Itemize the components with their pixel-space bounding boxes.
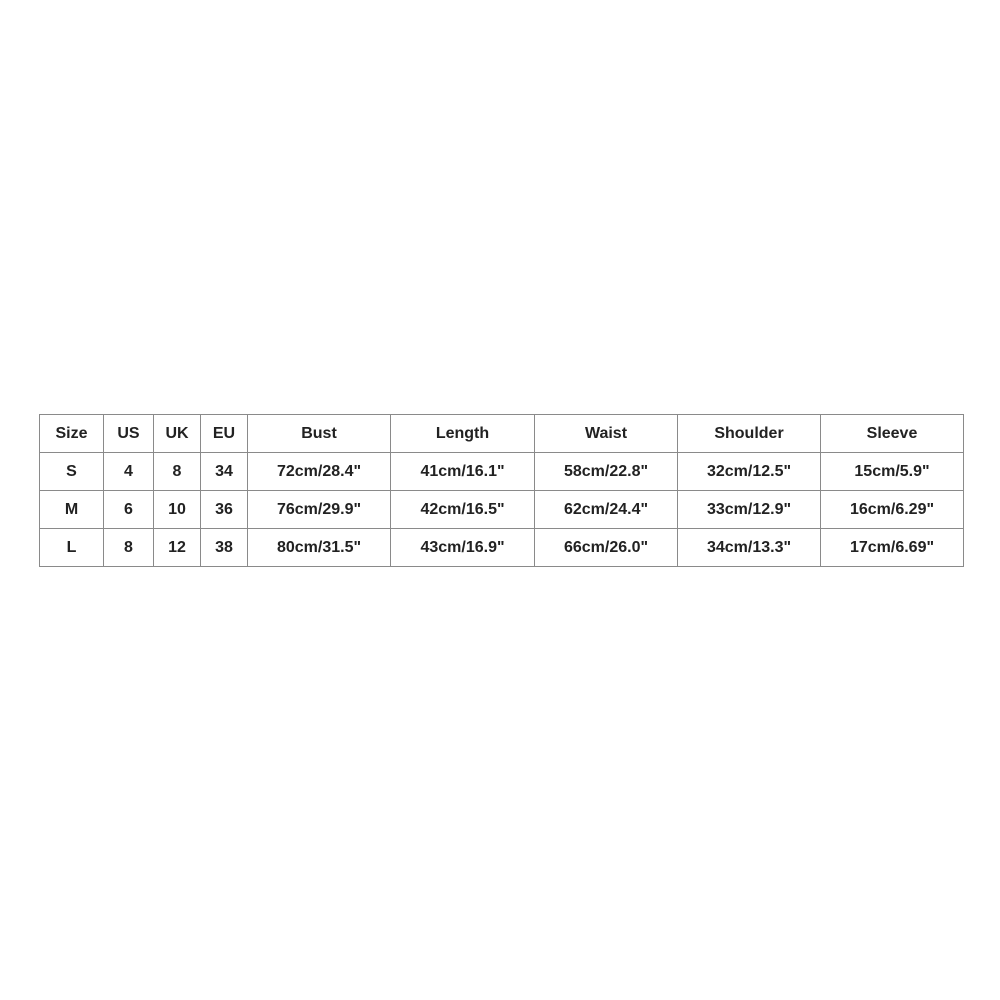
header-size: Size [39, 414, 104, 453]
header-length: Length [390, 414, 535, 453]
cell-eu: 38 [200, 528, 248, 567]
cell-us: 4 [103, 452, 154, 491]
cell-uk: 12 [153, 528, 201, 567]
cell-waist: 62cm/24.4" [534, 490, 678, 529]
cell-us: 6 [103, 490, 154, 529]
cell-bust: 72cm/28.4" [247, 452, 391, 491]
cell-shoulder: 33cm/12.9" [677, 490, 821, 529]
cell-sleeve: 17cm/6.69" [820, 528, 964, 567]
table-row: M 6 10 36 76cm/29.9" 42cm/16.5" 62cm/24.… [39, 490, 964, 529]
cell-bust: 80cm/31.5" [247, 528, 391, 567]
size-chart-table: Size US UK EU Bust Length Waist Shoulder… [39, 414, 964, 567]
cell-eu: 34 [200, 452, 248, 491]
cell-size: S [39, 452, 104, 491]
cell-length: 42cm/16.5" [390, 490, 535, 529]
header-waist: Waist [534, 414, 678, 453]
header-bust: Bust [247, 414, 391, 453]
cell-eu: 36 [200, 490, 248, 529]
cell-waist: 66cm/26.0" [534, 528, 678, 567]
table-row: S 4 8 34 72cm/28.4" 41cm/16.1" 58cm/22.8… [39, 452, 964, 491]
cell-size: L [39, 528, 104, 567]
header-shoulder: Shoulder [677, 414, 821, 453]
cell-bust: 76cm/29.9" [247, 490, 391, 529]
header-uk: UK [153, 414, 201, 453]
cell-sleeve: 16cm/6.29" [820, 490, 964, 529]
header-eu: EU [200, 414, 248, 453]
cell-uk: 8 [153, 452, 201, 491]
header-row: Size US UK EU Bust Length Waist Shoulder… [39, 414, 964, 453]
cell-us: 8 [103, 528, 154, 567]
cell-shoulder: 32cm/12.5" [677, 452, 821, 491]
cell-sleeve: 15cm/5.9" [820, 452, 964, 491]
header-us: US [103, 414, 154, 453]
cell-shoulder: 34cm/13.3" [677, 528, 821, 567]
table-row: L 8 12 38 80cm/31.5" 43cm/16.9" 66cm/26.… [39, 528, 964, 567]
cell-length: 41cm/16.1" [390, 452, 535, 491]
cell-size: M [39, 490, 104, 529]
cell-waist: 58cm/22.8" [534, 452, 678, 491]
cell-uk: 10 [153, 490, 201, 529]
cell-length: 43cm/16.9" [390, 528, 535, 567]
header-sleeve: Sleeve [820, 414, 964, 453]
